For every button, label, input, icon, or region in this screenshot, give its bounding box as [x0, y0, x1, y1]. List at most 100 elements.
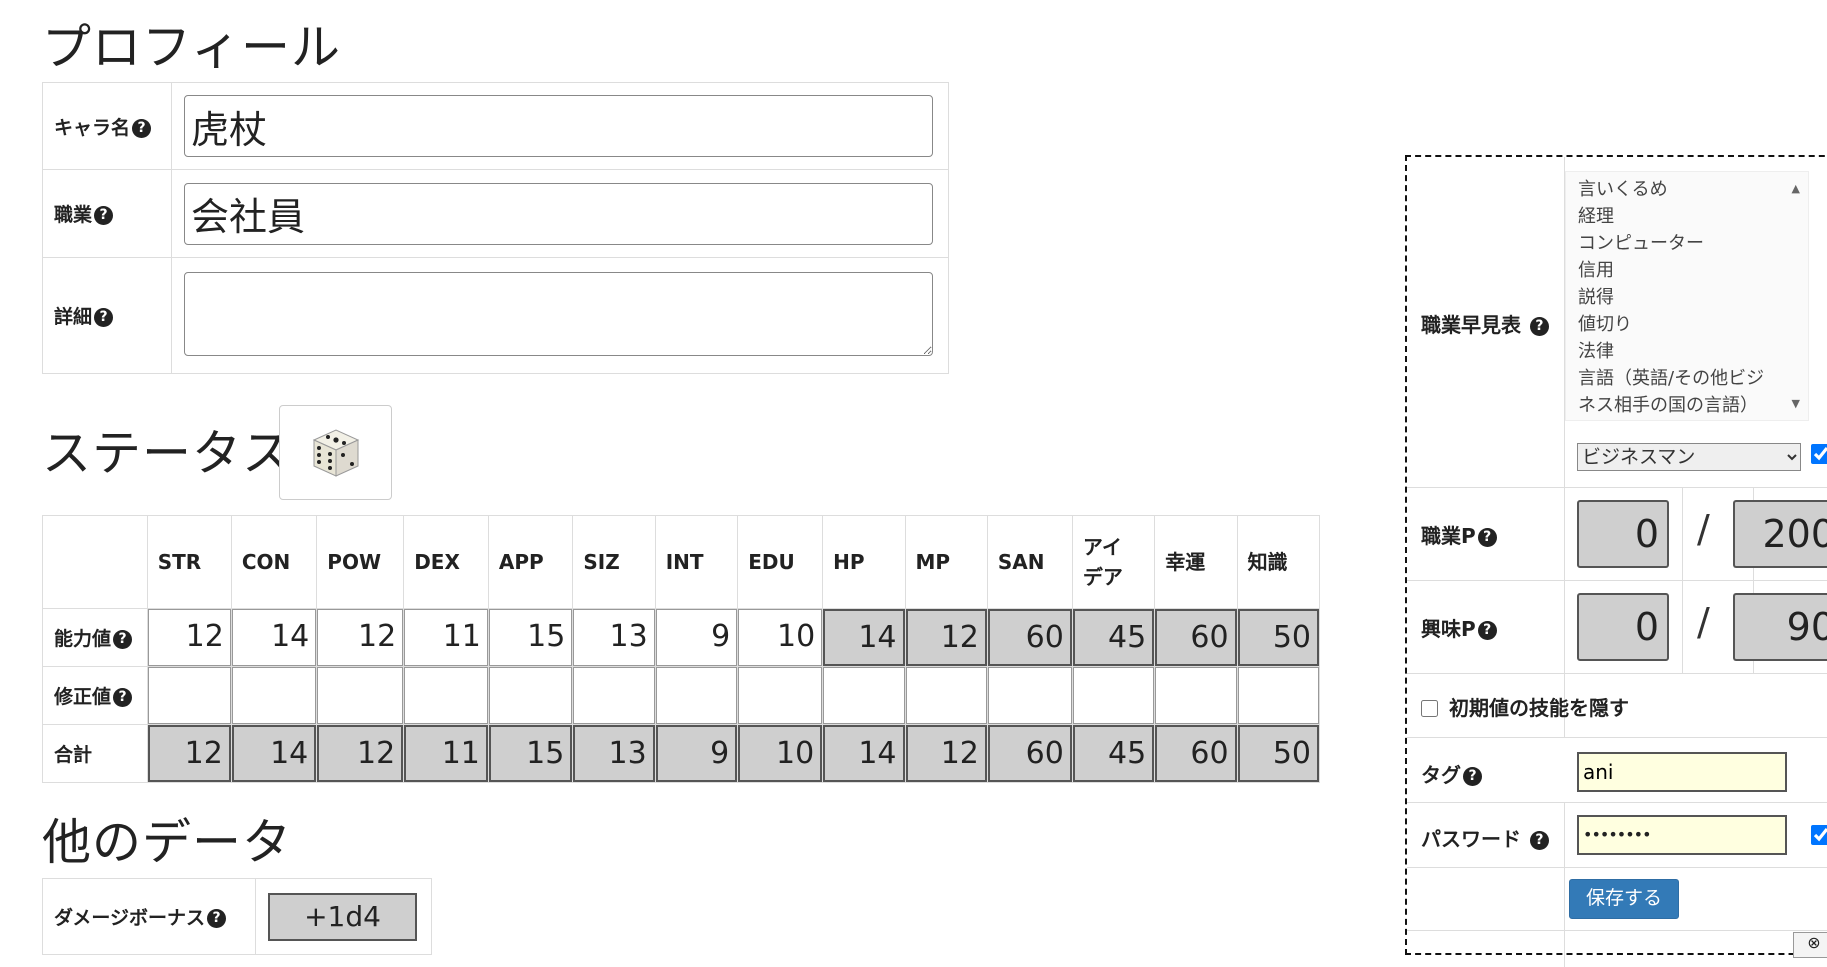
- job-skill-option[interactable]: 言いくるめ: [1578, 176, 1808, 203]
- status-mod-cell[interactable]: [1155, 667, 1237, 724]
- password-input[interactable]: ••••••••: [1577, 815, 1787, 855]
- status-total-cell: 50: [1237, 725, 1319, 782]
- help-icon[interactable]: ?: [113, 688, 133, 707]
- job-skill-option[interactable]: 法律: [1578, 338, 1808, 365]
- status-col-header: CON: [230, 515, 318, 609]
- help-icon[interactable]: ?: [113, 630, 133, 649]
- status-base-cell[interactable]: 14: [231, 609, 317, 666]
- hide-default-row[interactable]: 初期値の技能を隠す: [1421, 692, 1629, 721]
- status-base-cell: 60: [1155, 609, 1237, 666]
- damage-label-cell: ダメージボーナス?: [42, 878, 256, 955]
- name-input[interactable]: [184, 95, 933, 157]
- status-total-cell: 12: [905, 725, 987, 782]
- help-icon[interactable]: ?: [94, 206, 114, 225]
- status-mod-cell[interactable]: [317, 667, 404, 724]
- status-base-cell[interactable]: 10: [738, 609, 823, 666]
- status-col-header: 知識: [1236, 515, 1321, 609]
- tag-input[interactable]: [1577, 752, 1787, 792]
- status-col-header: HP: [822, 515, 906, 609]
- scroll-up-icon[interactable]: ▲: [1792, 182, 1800, 195]
- status-mod-cell[interactable]: [488, 667, 573, 724]
- job-skill-option[interactable]: 説得: [1578, 284, 1808, 311]
- status-base-cell[interactable]: 12: [147, 609, 231, 666]
- help-icon[interactable]: ?: [1463, 767, 1482, 786]
- help-icon[interactable]: ?: [1529, 831, 1549, 850]
- status-base-cell: 50: [1237, 609, 1319, 666]
- status-col-header: STR: [146, 515, 232, 609]
- job-skill-option[interactable]: ネス相手の国の言語）: [1578, 392, 1808, 419]
- detail-textarea[interactable]: [184, 271, 933, 356]
- status-total-cell: 14: [823, 725, 905, 782]
- help-icon[interactable]: ?: [132, 118, 152, 138]
- job-points-slash: /: [1697, 507, 1710, 551]
- job-points-used: 0: [1577, 500, 1669, 568]
- dice-button[interactable]: [279, 405, 392, 500]
- status-base-cell[interactable]: 15: [488, 609, 573, 666]
- job-label: 職業: [54, 204, 93, 226]
- mod-row-label: 修正値: [54, 686, 112, 708]
- job-skills-list[interactable]: 言いくるめ 経理 コンピューター 信用 説得 値切り 法律 言語（英語/その他ビジ ネス相手の国…: [1565, 171, 1809, 421]
- job-skills-label-wrap: 職業早見表 ?: [1421, 309, 1549, 338]
- status-base-cell[interactable]: 9: [655, 609, 738, 666]
- hide-default-label: 初期値の技能を隠す: [1448, 696, 1629, 720]
- job-skills-label: 職業早見表: [1421, 313, 1521, 337]
- help-icon[interactable]: ?: [1477, 528, 1497, 547]
- mod-label-cell: 修正値?: [42, 666, 148, 725]
- status-base-cell[interactable]: 12: [317, 609, 404, 666]
- base-label-cell: 能力値?: [42, 608, 148, 667]
- job-skill-option[interactable]: コンピューター: [1578, 230, 1808, 257]
- status-total-cell: 11: [404, 725, 488, 782]
- status-mod-cell[interactable]: [905, 667, 987, 724]
- password-label-wrap: パスワード ?: [1421, 823, 1549, 852]
- profile-heading: プロフィール: [42, 19, 342, 76]
- help-icon[interactable]: ?: [94, 308, 114, 327]
- status-col-header: 幸運: [1154, 515, 1238, 609]
- job-input[interactable]: [184, 182, 933, 245]
- status-mod-cell[interactable]: [823, 667, 905, 724]
- interest-points-slash: /: [1697, 600, 1710, 644]
- status-base-cell: 45: [1072, 609, 1155, 666]
- status-mod-cell[interactable]: [655, 667, 738, 724]
- status-col-header: MP: [904, 515, 988, 609]
- job-skill-option[interactable]: 言語（英語/その他ビジ: [1578, 365, 1808, 392]
- status-col-header: SIZ: [572, 515, 656, 609]
- job-skill-option[interactable]: 値切り: [1578, 311, 1808, 338]
- status-col-header: APP: [487, 515, 574, 609]
- status-mod-cell[interactable]: [404, 667, 488, 724]
- password-label: パスワード: [1421, 827, 1521, 851]
- detail-label: 詳細: [54, 306, 93, 328]
- job-skill-option[interactable]: 経理: [1578, 203, 1808, 230]
- status-col-header: POW: [316, 515, 405, 609]
- scroll-down-icon[interactable]: ▼: [1792, 397, 1800, 410]
- base-row-label: 能力値: [54, 628, 112, 650]
- status-base-cell[interactable]: 13: [573, 609, 655, 666]
- status-total-cell: 14: [231, 725, 317, 782]
- status-mod-cell[interactable]: [738, 667, 823, 724]
- save-button[interactable]: 保存する: [1569, 879, 1679, 919]
- profile-table: キャラ名? 職業? 詳細?: [42, 82, 949, 374]
- status-mod-cell[interactable]: [573, 667, 655, 724]
- job-points-label-wrap: 職業P?: [1421, 520, 1497, 549]
- status-mod-cell[interactable]: [1072, 667, 1155, 724]
- job-label-cell: 職業?: [42, 169, 172, 258]
- interest-points-label: 興味P: [1421, 617, 1476, 641]
- job-select[interactable]: ビジネスマン: [1577, 443, 1801, 471]
- status-col-header: アイ デア: [1071, 515, 1156, 609]
- help-icon[interactable]: ?: [207, 909, 227, 928]
- status-mod-cell[interactable]: [231, 667, 317, 724]
- password-checkbox[interactable]: [1811, 825, 1827, 845]
- job-select-checkbox[interactable]: [1811, 444, 1827, 464]
- status-mod-cell[interactable]: [987, 667, 1072, 724]
- close-icon[interactable]: ⊗: [1793, 932, 1827, 958]
- job-points-total: 200: [1733, 500, 1827, 568]
- damage-bonus-label: ダメージボーナス: [54, 907, 206, 929]
- status-base-cell[interactable]: 11: [404, 609, 488, 666]
- status-col-header: DEX: [403, 515, 489, 609]
- status-mod-cell[interactable]: [147, 667, 231, 724]
- job-skill-option[interactable]: 信用: [1578, 257, 1808, 284]
- status-mod-cell[interactable]: [1237, 667, 1319, 724]
- hide-default-checkbox[interactable]: [1421, 700, 1438, 717]
- help-icon[interactable]: ?: [1529, 317, 1549, 336]
- help-icon[interactable]: ?: [1477, 621, 1497, 640]
- interest-points-total: 90: [1733, 593, 1827, 661]
